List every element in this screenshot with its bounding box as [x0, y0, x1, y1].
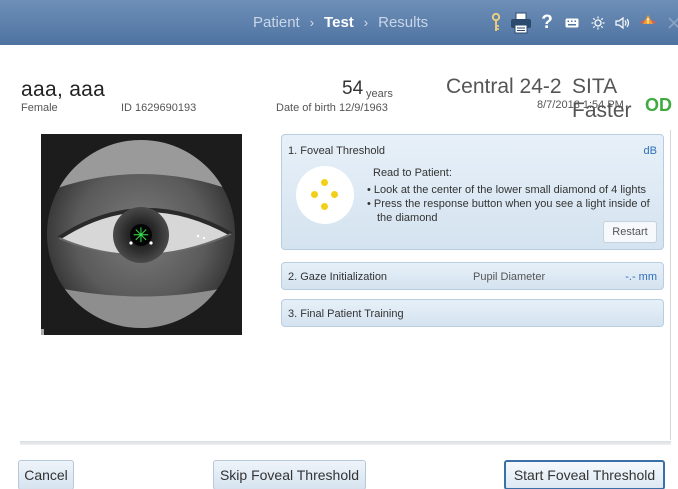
diamond-light-top [321, 179, 328, 186]
gaze-initialization-title: 2. Gaze Initialization [288, 271, 388, 283]
patient-age-unit: years [366, 88, 393, 100]
scrollbar[interactable] [670, 130, 671, 440]
help-icon[interactable]: ? [535, 0, 559, 45]
foveal-threshold-title: 1. Foveal Threshold [288, 145, 386, 157]
eye-camera-image: ✳ [41, 134, 242, 335]
test-datetime: 8/7/2018 1:54 PM [537, 99, 624, 111]
patient-id: ID 1629690193 [121, 102, 197, 114]
test-name: Central 24-2 [446, 75, 562, 98]
foveal-threshold-panel[interactable]: 1. Foveal Threshold dB Read to Patient: … [281, 134, 664, 250]
foveal-unit: dB [643, 145, 657, 157]
keyboard-icon[interactable] [559, 0, 585, 45]
breadcrumb-separator: › [363, 15, 369, 30]
top-bar: Patient › Test › Results ? [0, 0, 678, 45]
eye-label: OD [645, 95, 672, 115]
breadcrumb: Patient › Test › Results [253, 0, 428, 45]
printer-icon[interactable] [507, 0, 535, 45]
patient-dob: Date of birth 12/9/1963 [276, 102, 388, 114]
pupil-diameter-value: -.- mm [625, 271, 657, 283]
brightness-icon[interactable] [585, 0, 611, 45]
final-training-title: 3. Final Patient Training [288, 308, 404, 320]
diamond-lights-illustration [296, 166, 354, 224]
final-training-panel[interactable]: 3. Final Patient Training [281, 299, 664, 327]
breadcrumb-separator: › [309, 15, 315, 30]
instruction-bullet-2: • Press the response button when you see… [367, 198, 650, 210]
restart-button[interactable]: Restart [603, 221, 657, 243]
pupil-diameter-label: Pupil Diameter [473, 271, 546, 283]
warning-icon[interactable] [635, 0, 661, 45]
footer-divider [20, 441, 671, 445]
fixation-marker: ✳ [133, 223, 150, 247]
breadcrumb-patient[interactable]: Patient [253, 14, 300, 31]
diamond-light-left [311, 191, 318, 198]
breadcrumb-results[interactable]: Results [378, 14, 428, 31]
toolbar-icons: ? [485, 0, 678, 45]
read-to-patient-label: Read to Patient: [373, 167, 452, 179]
patient-name: aaa, aaa [21, 78, 106, 101]
skip-foveal-threshold-button[interactable]: Skip Foveal Threshold [213, 460, 366, 489]
gaze-initialization-panel[interactable]: 2. Gaze Initialization Pupil Diameter -.… [281, 262, 664, 290]
volume-icon[interactable] [611, 0, 635, 45]
instruction-bullet-1: • Look at the center of the lower small … [367, 184, 647, 196]
start-foveal-threshold-button[interactable]: Start Foveal Threshold [504, 460, 665, 489]
breadcrumb-test[interactable]: Test [324, 14, 354, 31]
cancel-button[interactable]: Cancel [18, 460, 74, 489]
key-icon[interactable] [485, 0, 507, 45]
close-icon[interactable] [661, 0, 678, 45]
patient-gender: Female [21, 102, 58, 114]
patient-age: 54 [342, 78, 364, 99]
diamond-light-bottom [321, 203, 328, 210]
diamond-light-right [331, 191, 338, 198]
